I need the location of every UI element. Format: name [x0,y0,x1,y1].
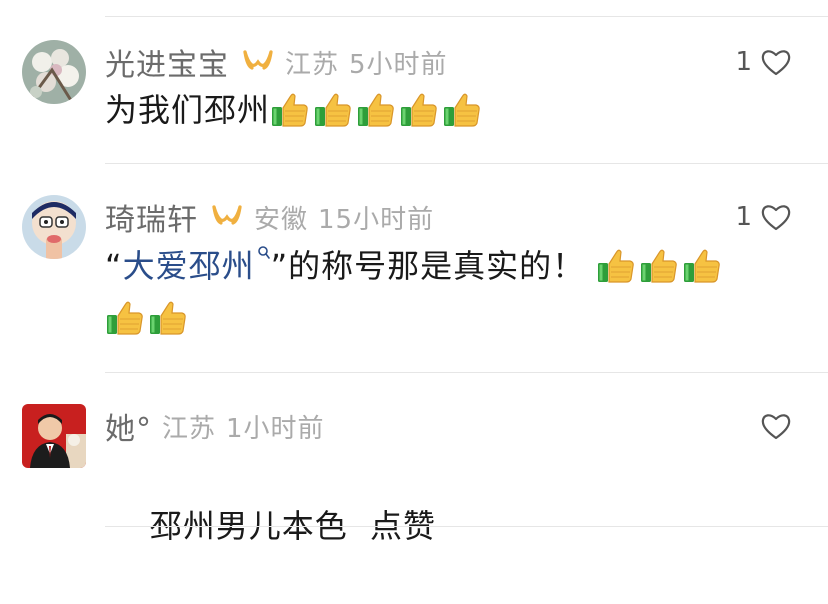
comment-time: 15小时前 [318,204,435,235]
heart-icon[interactable] [760,411,792,441]
like-count: 1 [735,202,752,232]
like-count: 1 [735,47,752,77]
thumbs-up-group [596,247,725,285]
like-button[interactable]: 1 [735,42,792,82]
like-button[interactable] [752,406,792,446]
comment-time: 1小时前 [226,413,325,444]
comment-username[interactable]: 琦瑞轩 [105,195,198,239]
comment-username[interactable]: 光进宝宝 [105,40,229,84]
comment-location: 江苏 [162,413,217,444]
thumbs-up-icon [356,89,396,129]
thumbs-up-icon [313,89,353,129]
thumbs-up-icon [105,297,145,337]
man-portrait-avatar-icon[interactable] [22,404,86,468]
thumbs-up-icon [442,89,482,129]
blossom-avatar-icon[interactable] [22,40,86,104]
comment-time: 5小时前 [349,49,448,80]
thumbs-up-group [270,91,485,129]
comment-divider [105,372,828,373]
heart-icon[interactable] [760,47,792,77]
comment-location: 安徽 [254,204,309,235]
comment-divider [105,526,828,527]
comment-text: “大爱邳州 ”的称号那是真实的！ [105,240,778,344]
fan-badge-icon [210,203,244,231]
comment-username[interactable]: 她° [105,404,152,448]
thumbs-up-group [105,299,191,337]
comment-text-body: ”的称号那是真实的！ [270,247,586,285]
thumbs-up-icon [399,89,439,129]
quote-open: “ [105,247,123,285]
fan-badge-icon [241,48,275,76]
comment-text: 为我们邳州 [105,84,778,136]
comment-divider [105,163,828,164]
thumbs-up-icon [639,245,679,285]
thumbs-up-icon [596,245,636,285]
search-icon [257,246,270,259]
comment-location: 江苏 [285,49,340,80]
comment-text-body: 为我们邳州 [105,91,271,129]
like-button[interactable]: 1 [735,197,792,237]
topic-link-label: 大爱邳州 [122,247,255,285]
heart-icon[interactable] [760,202,792,232]
topic-link[interactable]: 大爱邳州 [122,246,271,285]
thumbs-up-icon [148,297,188,337]
thumbs-up-icon [682,245,722,285]
thumbs-up-icon [270,89,310,129]
cartoon-avatar-icon[interactable] [22,195,86,259]
top-divider [105,16,828,17]
